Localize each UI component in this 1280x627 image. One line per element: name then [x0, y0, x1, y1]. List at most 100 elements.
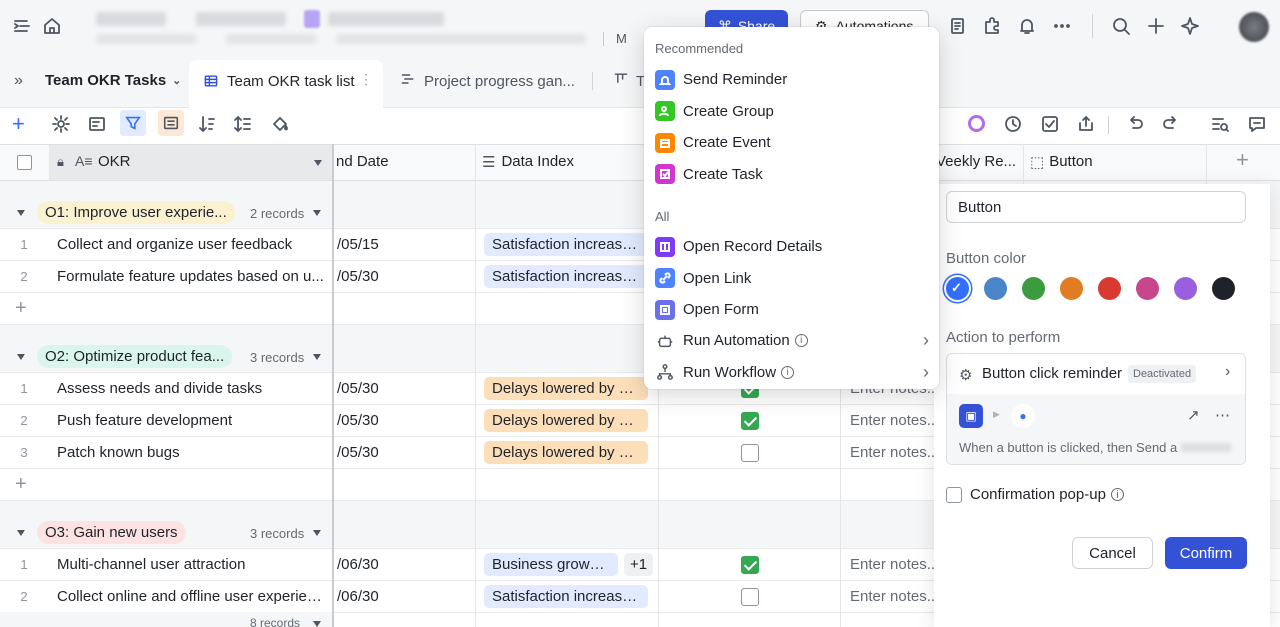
tab-more-icon[interactable]: ⋮ [359, 71, 373, 88]
comment-icon[interactable] [1247, 114, 1267, 134]
add-column-icon[interactable]: + [1236, 147, 1249, 173]
end-date-cell[interactable]: /06/30 [337, 588, 379, 605]
avatar[interactable] [1239, 12, 1269, 42]
status-checkbox[interactable] [741, 412, 759, 430]
okr-column-header[interactable]: 🔒︎ A≡ OKR [49, 145, 332, 180]
okr-title-cell[interactable]: Collect online and offline user experien… [57, 588, 327, 605]
button-column-header[interactable]: ⬚ Button [1030, 153, 1093, 171]
more-icon[interactable]: ⋯ [1215, 406, 1230, 424]
share-out-icon[interactable] [1076, 114, 1096, 134]
form-view-icon[interactable] [87, 114, 107, 134]
data-index-tag[interactable]: Business grown ... [484, 553, 618, 576]
data-index-tag[interactable]: Satisfaction increase... [484, 233, 648, 256]
color-swatch[interactable] [1098, 277, 1121, 300]
end-date-cell[interactable]: /05/30 [337, 444, 379, 461]
data-index-tag[interactable]: Delays lowered by 5% [484, 441, 648, 464]
confirmation-popup-checkbox[interactable] [946, 487, 962, 503]
okr-title-cell[interactable]: Multi-channel user attraction [57, 556, 327, 573]
add-row-icon[interactable]: + [15, 473, 27, 496]
group-collapse-icon[interactable] [17, 210, 25, 216]
weekly-report-column-label[interactable]: Veekly Re... [936, 153, 1016, 170]
plus-icon[interactable] [1146, 16, 1166, 36]
sort-icon[interactable] [197, 114, 217, 134]
end-date-column-label[interactable]: nd Date [336, 153, 389, 170]
end-date-cell[interactable]: /06/30 [337, 556, 379, 573]
menu-item-create-task[interactable]: Create Task [644, 159, 939, 190]
weekly-notes-cell[interactable]: Enter notes... [850, 412, 939, 429]
okr-title-cell[interactable]: Collect and organize user feedback [57, 236, 327, 253]
select-all-checkbox[interactable] [17, 155, 32, 170]
status-checkbox[interactable] [741, 444, 759, 462]
tab-team-okr-task-list[interactable]: Team OKR task list ⋮ [189, 60, 383, 108]
color-swatch[interactable] [1136, 277, 1159, 300]
weekly-notes-cell[interactable]: Enter notes... [850, 556, 939, 573]
data-index-column-header[interactable]: ☰ Data Index [482, 153, 574, 171]
menu-item-open-form[interactable]: Open Form [644, 294, 939, 325]
color-swatch[interactable] [1212, 277, 1235, 300]
weekly-notes-cell[interactable]: Enter notes... [850, 444, 939, 461]
fill-color-icon[interactable] [270, 114, 290, 134]
end-date-cell[interactable]: /05/15 [337, 236, 379, 253]
sidebar-toggle-icon[interactable] [12, 16, 32, 36]
menu-item-send-reminder[interactable]: Send Reminder [644, 64, 939, 95]
chevron-right-icon[interactable]: › [1225, 363, 1230, 381]
data-index-tag[interactable]: Satisfaction increase... [484, 585, 648, 608]
add-record-icon[interactable]: + [12, 112, 25, 136]
okr-title-cell[interactable]: Push feature development [57, 412, 327, 429]
filter-icon[interactable] [120, 110, 146, 136]
ai-color-icon[interactable] [968, 115, 985, 132]
field-name-input[interactable]: Button [946, 191, 1246, 223]
end-date-cell[interactable]: /05/30 [337, 380, 379, 397]
doc-history-icon[interactable] [948, 16, 968, 36]
okr-title-cell[interactable]: Patch known bugs [57, 444, 327, 461]
color-swatch[interactable] [1022, 277, 1045, 300]
weekly-notes-cell[interactable]: Enter notes... [850, 588, 939, 605]
cancel-button[interactable]: Cancel [1072, 537, 1153, 569]
column-menu-icon[interactable] [314, 160, 322, 166]
base-name[interactable]: Team OKR Tasks ⌄ [45, 72, 181, 89]
find-icon[interactable] [1210, 114, 1230, 134]
menu-item-run-automation[interactable]: Run Automation i › [644, 325, 939, 356]
row-height-icon[interactable] [233, 114, 253, 134]
checklist-icon[interactable] [1040, 114, 1060, 134]
undo-icon[interactable] [1125, 114, 1145, 134]
menu-item-open-record-details[interactable]: Open Record Details [644, 231, 939, 262]
color-swatch[interactable] [984, 277, 1007, 300]
menu-item-open-link[interactable]: Open Link [644, 263, 939, 294]
menu-item-create-event[interactable]: Create Event [644, 127, 939, 158]
data-index-extra-tag[interactable]: +1 [624, 553, 654, 576]
group-menu-icon[interactable] [313, 354, 321, 360]
settings-icon[interactable] [51, 114, 71, 134]
open-external-icon[interactable]: ↗ [1187, 406, 1200, 424]
expand-sidebar-icon[interactable]: » [14, 72, 23, 90]
menu-item-run-workflow[interactable]: Run Workflow i › [644, 357, 939, 388]
group-menu-icon[interactable] [313, 210, 321, 216]
status-checkbox[interactable] [741, 556, 759, 574]
okr-title-cell[interactable]: Assess needs and divide tasks [57, 380, 327, 397]
add-row-icon[interactable]: + [15, 297, 27, 320]
data-index-tag[interactable]: Satisfaction increase... [484, 265, 648, 288]
plugin-icon[interactable] [982, 16, 1002, 36]
group-collapse-icon[interactable] [17, 354, 25, 360]
ai-sparkle-icon[interactable] [1180, 16, 1200, 36]
tab-project-progress-gantt[interactable]: Project progress gan... [424, 73, 575, 90]
history-icon[interactable] [1003, 114, 1023, 134]
home-icon[interactable] [42, 16, 62, 36]
group-collapse-icon[interactable] [17, 530, 25, 536]
end-date-cell[interactable]: /05/30 [337, 412, 379, 429]
status-checkbox[interactable] [741, 588, 759, 606]
action-card[interactable]: ⚙ Button click reminder Deactivated › ▣ … [946, 353, 1246, 465]
redo-icon[interactable] [1161, 114, 1181, 134]
menu-item-create-group[interactable]: Create Group [644, 96, 939, 127]
okr-title-cell[interactable]: Formulate feature updates based on u... [57, 268, 327, 285]
bell-icon[interactable] [1017, 16, 1037, 36]
group-menu-icon[interactable] [313, 530, 321, 536]
more-icon[interactable] [1052, 16, 1072, 36]
confirm-button[interactable]: Confirm [1165, 537, 1247, 569]
data-index-tag[interactable]: Delays lowered by 5% [484, 377, 648, 400]
group-icon[interactable] [158, 110, 184, 136]
color-swatch[interactable] [1060, 277, 1083, 300]
color-swatch[interactable] [1174, 277, 1197, 300]
color-swatch[interactable]: ✓ [946, 277, 969, 300]
end-date-cell[interactable]: /05/30 [337, 268, 379, 285]
